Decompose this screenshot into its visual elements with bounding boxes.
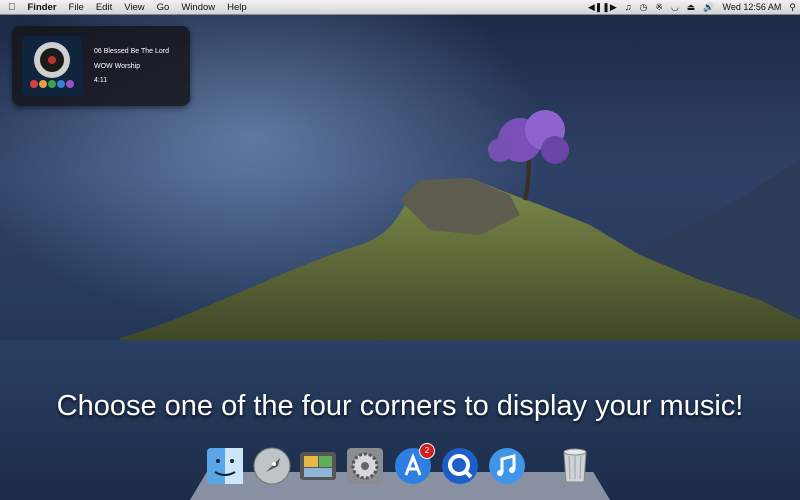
menu-file[interactable]: File — [63, 2, 90, 13]
menu-help[interactable]: Help — [221, 2, 253, 13]
dock: 2 — [190, 443, 610, 500]
track-artist: WOW Worship — [94, 62, 141, 70]
app-menu[interactable]: Finder — [22, 2, 63, 13]
app-store-badge: 2 — [419, 443, 435, 459]
bluetooth-icon[interactable]: ※ — [651, 2, 667, 13]
launchpad-icon[interactable] — [252, 446, 292, 486]
itunes-status-icon[interactable]: ♫ — [621, 2, 636, 12]
spotlight-search-icon[interactable]: ⚲ — [785, 2, 800, 13]
menu-view[interactable]: View — [118, 2, 150, 13]
menu-bar:  Finder File Edit View Go Window Help ◀… — [0, 0, 800, 15]
eject-icon[interactable]: ⏏ — [683, 2, 700, 13]
promo-caption: Choose one of the four corners to displa… — [56, 390, 744, 422]
track-title: 06 Blessed Be The Lord — [94, 48, 169, 55]
menu-go[interactable]: Go — [151, 2, 176, 13]
playback-controls-icon[interactable]: ◀❚❚▶ — [584, 2, 621, 13]
album-art — [22, 36, 82, 96]
volume-icon[interactable]: 🔊 — [699, 2, 718, 13]
track-duration: 4:11 — [94, 77, 108, 84]
menu-window[interactable]: Window — [175, 2, 221, 13]
menu-edit[interactable]: Edit — [90, 2, 118, 13]
clock[interactable]: Wed 12:56 AM — [719, 2, 786, 12]
itunes-icon[interactable] — [487, 446, 527, 486]
wifi-icon[interactable]: ◡ — [667, 2, 683, 13]
apple-menu-icon[interactable]:  — [0, 2, 22, 13]
now-playing-widget[interactable]: 06 Blessed Be The Lord WOW Worship 4:11 — [12, 26, 190, 106]
trash-icon[interactable] — [555, 446, 595, 486]
system-preferences-icon[interactable] — [345, 446, 385, 486]
app-store-icon[interactable]: 2 — [393, 443, 435, 486]
time-machine-icon[interactable]: ◷ — [636, 2, 652, 13]
photos-icon[interactable] — [298, 446, 338, 486]
finder-icon[interactable] — [205, 446, 245, 486]
quicktime-icon[interactable] — [440, 446, 480, 486]
